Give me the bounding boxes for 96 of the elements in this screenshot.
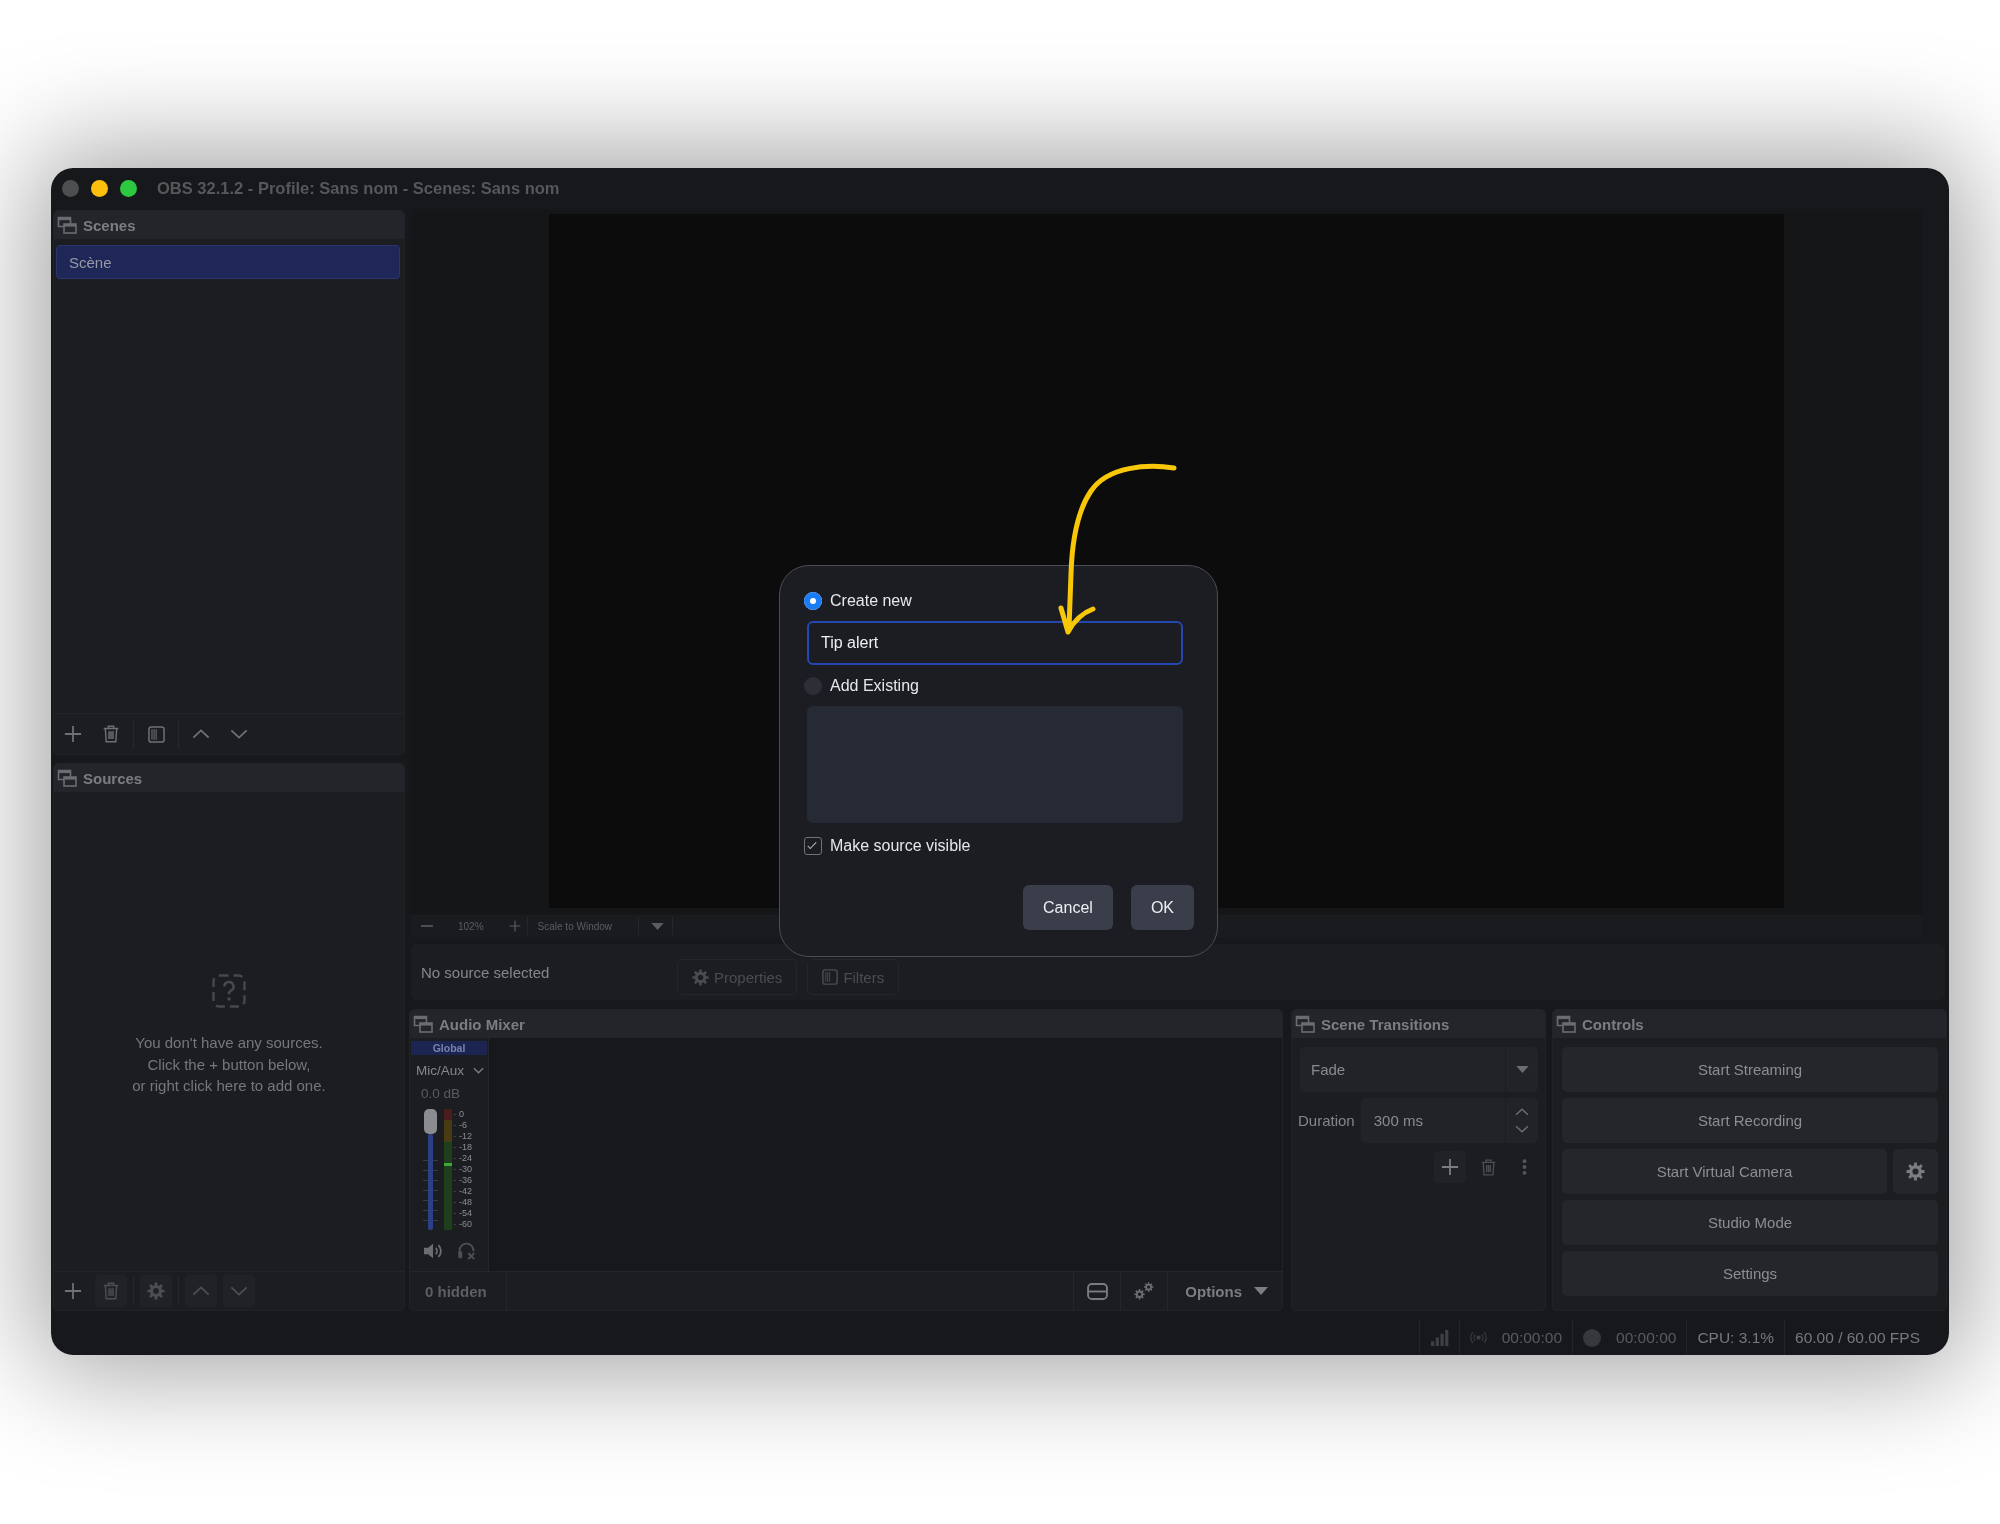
minimize-button[interactable] bbox=[91, 179, 108, 197]
empty-sources-message: You don't have any sources. Click the + button below, or right click here to add one. bbox=[132, 1033, 326, 1097]
control-button[interactable]: Studio Mode bbox=[1562, 1200, 1938, 1245]
plus-icon bbox=[64, 1282, 82, 1300]
properties-button[interactable] bbox=[140, 1275, 172, 1307]
overlapping-windows-icon bbox=[1295, 1015, 1315, 1033]
chevron-down-icon bbox=[1515, 1125, 1529, 1133]
control-button[interactable]: Start Virtual Camera bbox=[1562, 1149, 1887, 1194]
kebab-menu-icon bbox=[1521, 1158, 1527, 1176]
duration-label: Duration bbox=[1298, 1112, 1355, 1129]
radio-label: Add Existing bbox=[830, 677, 919, 695]
chevron-up-icon bbox=[192, 1286, 210, 1296]
gear-icon bbox=[147, 1282, 165, 1300]
meter-scale-label: -24 bbox=[459, 1153, 472, 1164]
slider-thumb[interactable] bbox=[424, 1109, 437, 1134]
options-button[interactable]: Options bbox=[1168, 1272, 1282, 1310]
plus-icon bbox=[1441, 1158, 1459, 1176]
overlapping-windows-icon bbox=[413, 1015, 433, 1033]
plus-icon bbox=[64, 725, 82, 743]
hatched-square-icon bbox=[147, 725, 165, 743]
meter-scale-label: -48 bbox=[459, 1197, 472, 1208]
meter-scale-label: -42 bbox=[459, 1186, 472, 1197]
control-button[interactable]: Start Streaming bbox=[1562, 1047, 1938, 1092]
channel-menu-button[interactable]: Mic/Aux bbox=[411, 1060, 487, 1080]
control-button[interactable]: Settings bbox=[1562, 1251, 1938, 1296]
gears-icon bbox=[1134, 1282, 1155, 1300]
stream-time: 00:00:00 bbox=[1501, 1328, 1563, 1347]
caret-icon bbox=[1515, 1066, 1529, 1073]
headphones-muted-icon bbox=[457, 1241, 476, 1260]
fps-reading: 60.00 / 60.00 FPS bbox=[1795, 1328, 1920, 1347]
meter-scale-label: -6 bbox=[459, 1120, 468, 1131]
checkbox-label: Make source visible bbox=[830, 837, 971, 855]
radio-label: Create new bbox=[830, 592, 912, 610]
checkbox[interactable] bbox=[804, 837, 822, 855]
record-dot-icon bbox=[1583, 1328, 1602, 1347]
meter-scale-label: -60 bbox=[459, 1219, 472, 1230]
overlapping-windows-icon bbox=[1556, 1015, 1576, 1033]
transition-dropdown[interactable]: Fade bbox=[1300, 1047, 1538, 1092]
name-input[interactable]: Tip alert bbox=[807, 621, 1183, 665]
meter-scale-label: -18 bbox=[459, 1142, 472, 1153]
overlapping-windows-icon bbox=[57, 769, 77, 787]
overlapping-windows-icon bbox=[57, 216, 77, 234]
plus-icon bbox=[508, 920, 521, 932]
split-rectangle-icon bbox=[1086, 1282, 1108, 1300]
move-down-button[interactable] bbox=[223, 1275, 255, 1307]
meter-scale-label: 0 bbox=[459, 1109, 465, 1120]
zoom-level: 102% bbox=[458, 920, 484, 932]
window-title: OBS 32.1.2 - Profile: Sans nom - Scenes: Sans nom bbox=[157, 178, 560, 198]
broadcast-icon bbox=[1469, 1331, 1487, 1344]
question-mark-icon bbox=[212, 974, 246, 1009]
mute-button[interactable] bbox=[423, 1241, 443, 1260]
dialog-button[interactable]: OK bbox=[1130, 885, 1194, 930]
dock-title: Audio Mixer bbox=[439, 1015, 525, 1033]
chevron-up-icon bbox=[1515, 1108, 1529, 1116]
settings-button[interactable] bbox=[1893, 1149, 1938, 1194]
chevron-down-icon bbox=[230, 729, 248, 739]
chevron-down-icon bbox=[473, 1066, 484, 1074]
record-time: 00:00:00 bbox=[1616, 1328, 1677, 1347]
minus-icon bbox=[421, 925, 433, 927]
meter-scale-label: -36 bbox=[459, 1175, 472, 1186]
scale-mode-dropdown[interactable]: Scale to Window bbox=[527, 916, 665, 936]
duration-spinbox[interactable]: 300 ms bbox=[1360, 1098, 1538, 1143]
signal-bars-icon bbox=[1429, 1329, 1449, 1346]
remove-button[interactable] bbox=[95, 1275, 127, 1307]
add-transition-button[interactable] bbox=[1434, 1151, 1466, 1183]
trash-icon bbox=[103, 1282, 119, 1300]
chevron-up-icon bbox=[192, 729, 210, 739]
group-tag: Global bbox=[411, 1041, 487, 1055]
gear-icon bbox=[1906, 1162, 1925, 1181]
dialog-button[interactable]: Cancel bbox=[1023, 885, 1113, 930]
dock-title: Scenes bbox=[83, 216, 136, 234]
meter-scale-label: -30 bbox=[459, 1164, 472, 1175]
cpu-usage: CPU: 3.1% bbox=[1697, 1328, 1775, 1347]
hatched-square-icon bbox=[822, 969, 839, 985]
control-button[interactable]: Start Recording bbox=[1562, 1098, 1938, 1143]
close-button[interactable] bbox=[62, 179, 79, 197]
dock-title: Controls bbox=[1582, 1015, 1644, 1033]
radio-button[interactable] bbox=[804, 592, 822, 610]
chevron-down-icon bbox=[230, 1286, 248, 1296]
speaker-icon bbox=[423, 1241, 443, 1260]
caret-icon bbox=[651, 922, 665, 930]
zoom-button[interactable] bbox=[120, 179, 137, 197]
dock-title: Sources bbox=[83, 769, 143, 787]
dock-title: Scene Transitions bbox=[1321, 1015, 1450, 1033]
scene-item[interactable]: Scène bbox=[56, 245, 400, 279]
move-up-button[interactable] bbox=[185, 1275, 217, 1307]
selection-status: No source selected bbox=[421, 963, 551, 981]
trash-icon bbox=[1480, 1158, 1496, 1176]
hidden-count: 0 hidden bbox=[424, 1282, 488, 1300]
trash-icon bbox=[103, 725, 119, 743]
meter-scale-label: -12 bbox=[459, 1131, 472, 1142]
monitor-button[interactable] bbox=[457, 1241, 476, 1260]
meter-scale-label: -54 bbox=[459, 1208, 472, 1219]
volume-reading: 0.0 dB bbox=[420, 1086, 462, 1101]
gear-icon bbox=[692, 968, 709, 986]
caret-icon bbox=[1254, 1287, 1268, 1295]
